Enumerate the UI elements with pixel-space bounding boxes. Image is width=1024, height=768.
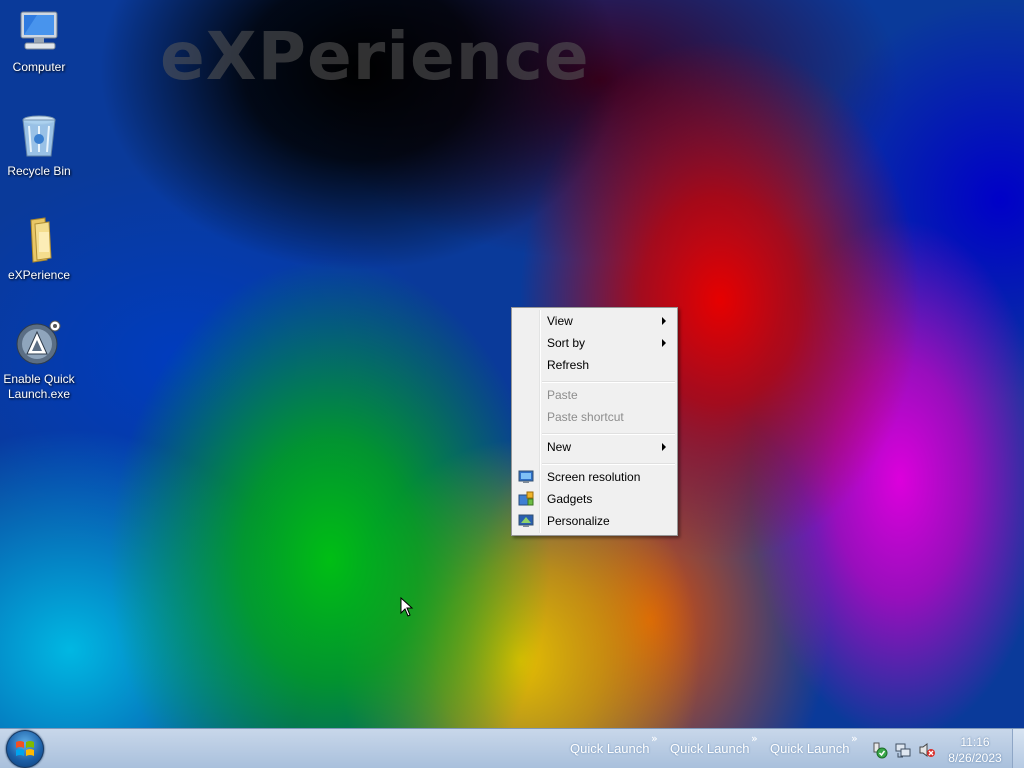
taskbar: Quick Launch » Quick Launch » Quick Laun… (0, 728, 1024, 768)
app-icon (15, 320, 63, 368)
menu-item-label: Gadgets (547, 492, 593, 506)
folder-icon (15, 216, 63, 264)
desktop-context-menu: View Sort by Refresh Paste Paste shortcu… (511, 307, 678, 536)
menu-separator (542, 381, 675, 383)
menu-item-label: New (547, 440, 572, 454)
desktop-icon-computer[interactable]: Computer (0, 8, 78, 75)
menu-item-personalize[interactable]: Personalize (514, 510, 675, 532)
personalize-icon (518, 513, 534, 529)
recycle-bin-icon (15, 112, 63, 160)
toolbar-quick-launch[interactable]: Quick Launch (570, 741, 650, 756)
menu-item-label: Paste (547, 388, 578, 402)
desktop-icon-label: Recycle Bin (7, 164, 71, 178)
menu-separator (542, 433, 675, 435)
show-desktop-button[interactable] (1012, 729, 1024, 768)
desktop-icon-recycle-bin[interactable]: Recycle Bin (0, 112, 78, 179)
desktop-icon-label: Computer (12, 60, 66, 74)
menu-item-label: Personalize (547, 514, 610, 528)
menu-item-sort-by[interactable]: Sort by (514, 332, 675, 354)
screen-resolution-icon (518, 469, 534, 485)
menu-item-new[interactable]: New (514, 436, 675, 458)
desktop-icon-label: eXPerience (7, 268, 71, 282)
toolbar-chevron-icon[interactable]: » (751, 732, 758, 745)
menu-item-refresh[interactable]: Refresh (514, 354, 675, 376)
gadgets-icon (518, 491, 534, 507)
toolbar-quick-launch[interactable]: Quick Launch (670, 741, 750, 756)
clock-time: 11:16 (960, 735, 990, 749)
desktop-icon-enable-quick-launch[interactable]: Enable Quick Launch.exe (0, 320, 78, 402)
windows-logo-icon (16, 741, 34, 756)
desktop[interactable]: eXPerience Computer Recycle Bin eXPerien… (0, 0, 1024, 728)
menu-item-label: View (547, 314, 573, 328)
mouse-cursor-icon (400, 596, 414, 620)
volume-muted-icon[interactable] (918, 741, 936, 759)
menu-item-paste-shortcut[interactable]: Paste shortcut (514, 406, 675, 428)
start-button[interactable] (6, 730, 44, 768)
toolbar-chevron-icon[interactable]: » (651, 732, 658, 745)
wallpaper-watermark: eXPerience (160, 18, 590, 95)
menu-separator (542, 463, 675, 465)
desktop-icon-label: Enable Quick Launch.exe (3, 372, 75, 401)
clock-date: 8/26/2023 (948, 751, 1002, 765)
menu-item-label: Paste shortcut (547, 410, 624, 424)
menu-item-gadgets[interactable]: Gadgets (514, 488, 675, 510)
menu-item-screen-resolution[interactable]: Screen resolution (514, 466, 675, 488)
network-icon[interactable] (894, 741, 912, 759)
action-center-icon[interactable] (870, 741, 888, 759)
submenu-arrow-icon (662, 317, 666, 325)
toolbar-quick-launch[interactable]: Quick Launch (770, 741, 850, 756)
desktop-icon-experience-folder[interactable]: eXPerience (0, 216, 78, 283)
menu-item-label: Screen resolution (547, 470, 641, 484)
toolbar-chevron-icon[interactable]: » (851, 732, 858, 745)
computer-icon (15, 8, 63, 56)
submenu-arrow-icon (662, 443, 666, 451)
menu-item-paste[interactable]: Paste (514, 384, 675, 406)
submenu-arrow-icon (662, 339, 666, 347)
menu-item-label: Sort by (547, 336, 586, 350)
menu-item-view[interactable]: View (514, 310, 675, 332)
system-clock[interactable]: 11:16 8/26/2023 (944, 734, 1006, 766)
menu-item-label: Refresh (547, 358, 590, 372)
